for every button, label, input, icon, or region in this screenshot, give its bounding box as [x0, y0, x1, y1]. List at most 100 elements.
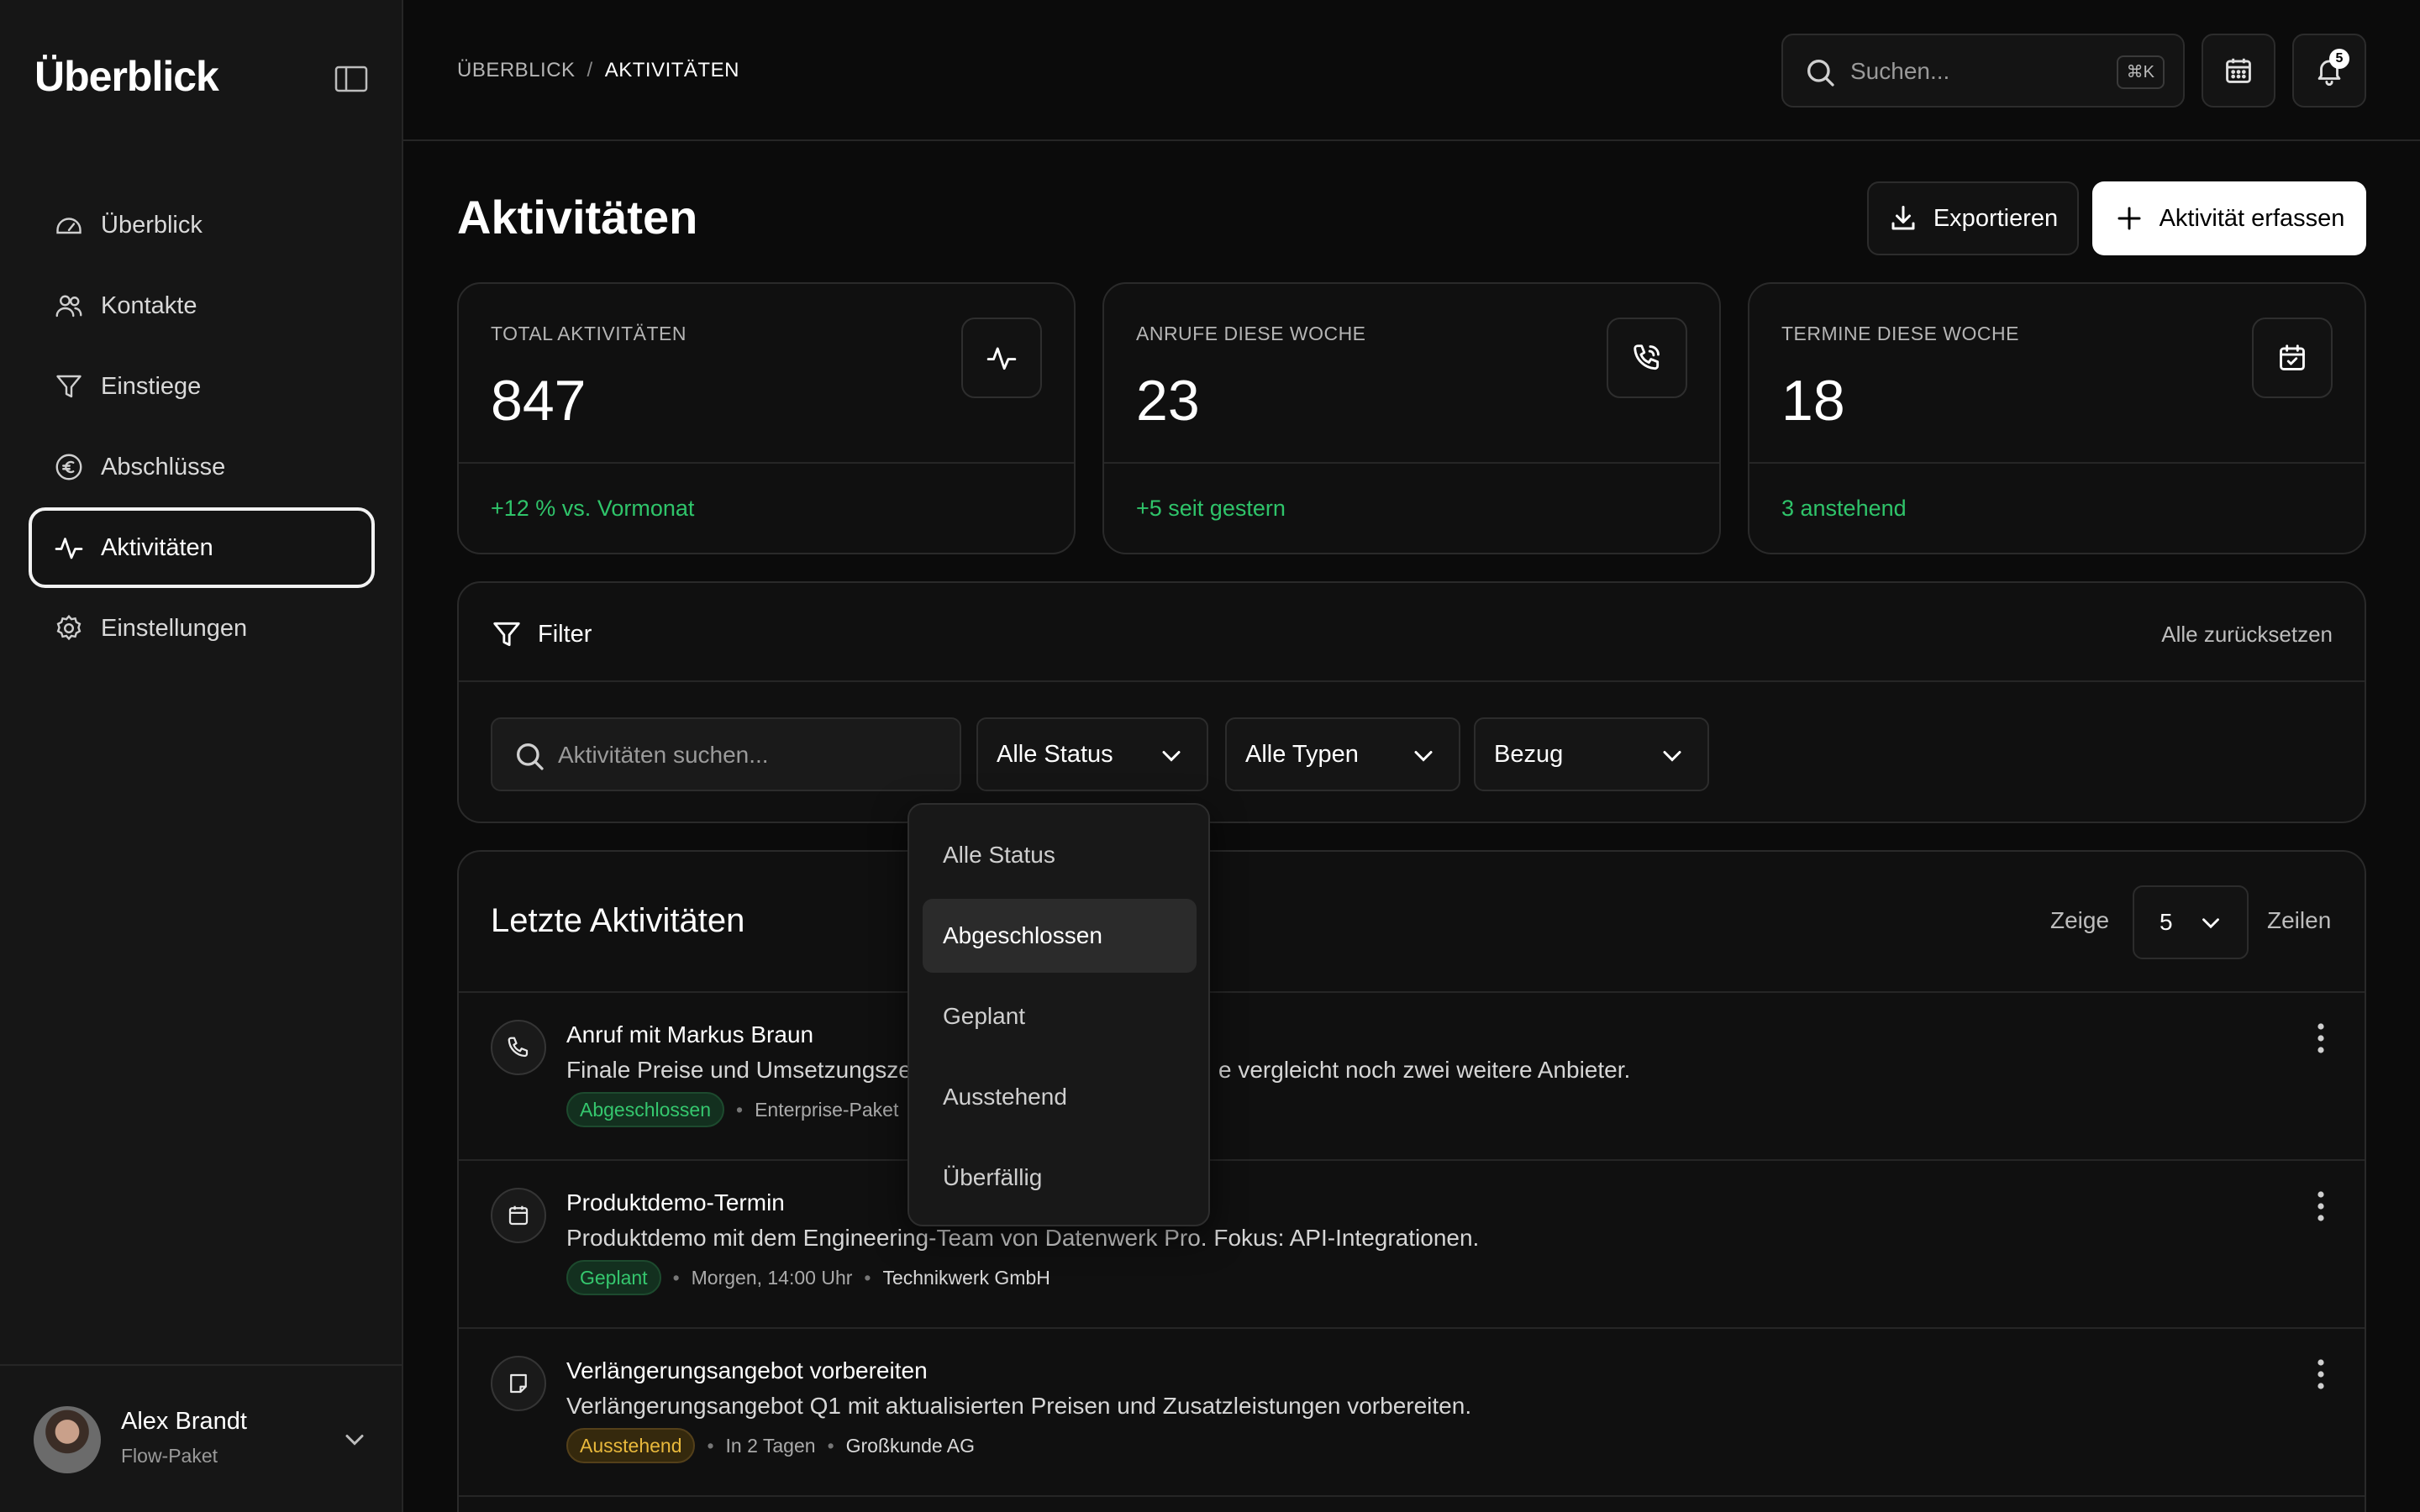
stat-value: 23 [1136, 369, 1200, 433]
stat-trend: +12 % vs. Vormonat [491, 496, 695, 521]
activity-type-badge [491, 1188, 546, 1243]
divider [459, 462, 1074, 464]
more-options-icon[interactable] [2314, 1189, 2328, 1223]
note-icon [510, 1373, 527, 1394]
user-plan: Flow-Paket [121, 1445, 218, 1467]
dropdown-option-alle-status[interactable]: Alle Status [923, 818, 1197, 892]
download-icon [1891, 206, 1915, 230]
stat-value: 18 [1781, 369, 1845, 433]
global-search-input[interactable] [1850, 52, 2102, 91]
activity-meta-item: Enterprise-Paket [755, 1098, 899, 1121]
sidebar-item-ueberblick[interactable]: Überblick [29, 185, 375, 265]
sidebar-toggle-button[interactable] [334, 66, 368, 92]
chevron-down-icon [1663, 751, 1681, 762]
activity-meta-item: In 2 Tagen [725, 1434, 816, 1457]
global-search[interactable]: ⌘K [1781, 34, 2185, 108]
activity-meta-item: Großkunde AG [845, 1434, 976, 1457]
sidebar-item-einstiege[interactable]: Einstiege [29, 346, 375, 427]
chevron-down-icon [1414, 751, 1433, 762]
breadcrumb-separator: / [587, 59, 593, 81]
sidebar-panel-icon [334, 66, 368, 92]
chevron-down-icon [2202, 918, 2219, 929]
add-activity-button[interactable]: Aktivität erfassen [2092, 181, 2366, 255]
stat-card-calls: ANRUFE DIESE WOCHE 23 +5 seit gestern [1102, 282, 1721, 554]
sidebar-item-kontakte[interactable]: Kontakte [29, 265, 375, 346]
plus-icon [2118, 207, 2141, 230]
activity-search-input[interactable] [558, 736, 944, 774]
dropdown-option-abgeschlossen[interactable]: Abgeschlossen [923, 899, 1197, 973]
dropdown-option-geplant[interactable]: Geplant [923, 979, 1197, 1053]
filter-title: Filter [538, 620, 592, 648]
phone-call-icon [1634, 344, 1660, 370]
stat-icon-box [1607, 318, 1687, 398]
gauge-icon [54, 210, 84, 240]
search-icon [1807, 60, 1834, 87]
activity-description: Produktdemo mit dem Engineering-Team von… [566, 1225, 1480, 1251]
top-header: ÜBERBLICK / AKTIVITÄTEN ⌘K 5 [403, 0, 2420, 141]
stat-label: ANRUFE DIESE WOCHE [1136, 323, 1366, 344]
sidebar-item-einstellungen[interactable]: Einstellungen [29, 588, 375, 669]
export-button[interactable]: Exportieren [1867, 181, 2079, 255]
activity-meta: Geplant • Morgen, 14:00 Uhr • Technikwer… [566, 1260, 1050, 1295]
phone-icon [508, 1037, 529, 1058]
brand-title: Überblick [34, 53, 219, 100]
funnel-icon [493, 622, 520, 647]
more-options-icon[interactable] [2314, 1357, 2328, 1391]
export-label: Exportieren [1933, 204, 2059, 232]
more-options-icon[interactable] [2314, 1021, 2328, 1055]
activity-icon [986, 347, 1017, 370]
calendar-icon [508, 1205, 529, 1226]
chevron-down-icon [1162, 751, 1181, 762]
divider [459, 1495, 2365, 1497]
dropdown-option-ueberfaellig[interactable]: Überfällig [923, 1141, 1197, 1215]
separator-dot: • [864, 1266, 871, 1289]
activity-type-badge [491, 1020, 546, 1075]
notifications-button[interactable]: 5 [2292, 34, 2366, 108]
breadcrumb-item[interactable]: ÜBERBLICK [457, 59, 576, 81]
separator-dot: • [827, 1434, 834, 1457]
reset-filters-link[interactable]: Alle zurücksetzen [2161, 622, 2333, 648]
stat-card-total: TOTAL AKTIVITÄTEN 847 +12 % vs. Vormonat [457, 282, 1076, 554]
calendar-check-icon [2280, 344, 2305, 370]
sidebar-item-label: Überblick [101, 211, 203, 239]
breadcrumb: ÜBERBLICK / AKTIVITÄTEN [457, 59, 739, 82]
list-item[interactable]: Verlängerungsangebot vorbereiten Verläng… [459, 1329, 2365, 1495]
activity-title: Verlängerungsangebot vorbereiten [566, 1357, 928, 1383]
sidebar-item-label: Einstiege [101, 372, 202, 400]
stat-value: 847 [491, 369, 587, 433]
search-icon [517, 743, 544, 770]
rows-per-page-value: 5 [2160, 909, 2173, 935]
stat-trend: +5 seit gestern [1136, 496, 1286, 521]
sidebar-item-abschluesse[interactable]: Abschlüsse [29, 427, 375, 507]
user-menu[interactable]: Alex Brandt Flow-Paket [0, 1364, 402, 1512]
stat-trend: 3 anstehend [1781, 496, 1907, 521]
filter-panel: Filter Alle zurücksetzen Alle Status All… [457, 581, 2366, 823]
sidebar-item-aktivitaeten[interactable]: Aktivitäten [29, 507, 375, 588]
status-badge: Abgeschlossen [566, 1092, 724, 1127]
dropdown-option-ausstehend[interactable]: Ausstehend [923, 1060, 1197, 1134]
divider [1104, 462, 1719, 464]
divider [1749, 462, 2365, 464]
rows-per-page-select[interactable]: 5 [2133, 885, 2249, 959]
status-badge: Geplant [566, 1260, 661, 1295]
activity-meta-item: Technikwerk GmbH [882, 1266, 1050, 1289]
sidebar-nav: Überblick Kontakte Einstiege Abschlüsse … [29, 185, 375, 669]
stat-icon-box [961, 318, 1042, 398]
status-select[interactable]: Alle Status [976, 717, 1208, 791]
activity-search[interactable] [491, 717, 961, 791]
activity-description-part: Finale Preise und Umsetzungszei [566, 1057, 918, 1083]
avatar [34, 1406, 101, 1473]
separator-dot: • [672, 1266, 680, 1289]
type-select[interactable]: Alle Typen [1225, 717, 1460, 791]
relation-select-value: Bezug [1494, 740, 1564, 768]
page-title: Aktivitäten [457, 191, 698, 244]
filter-header: Filter [491, 618, 592, 650]
calendar-button[interactable] [2202, 34, 2275, 108]
relation-select[interactable]: Bezug [1474, 717, 1709, 791]
status-badge: Ausstehend [566, 1428, 696, 1463]
list-item[interactable]: Anruf mit Markus Braun Finale Preise und… [459, 993, 2365, 1159]
section-title: Letzte Aktivitäten [491, 902, 745, 939]
list-item[interactable]: Produktdemo-Termin Produktdemo mit dem E… [459, 1161, 2365, 1327]
gear-icon [54, 613, 84, 643]
activity-description-part: e vergleicht noch zwei weitere Anbieter. [1218, 1057, 1631, 1083]
